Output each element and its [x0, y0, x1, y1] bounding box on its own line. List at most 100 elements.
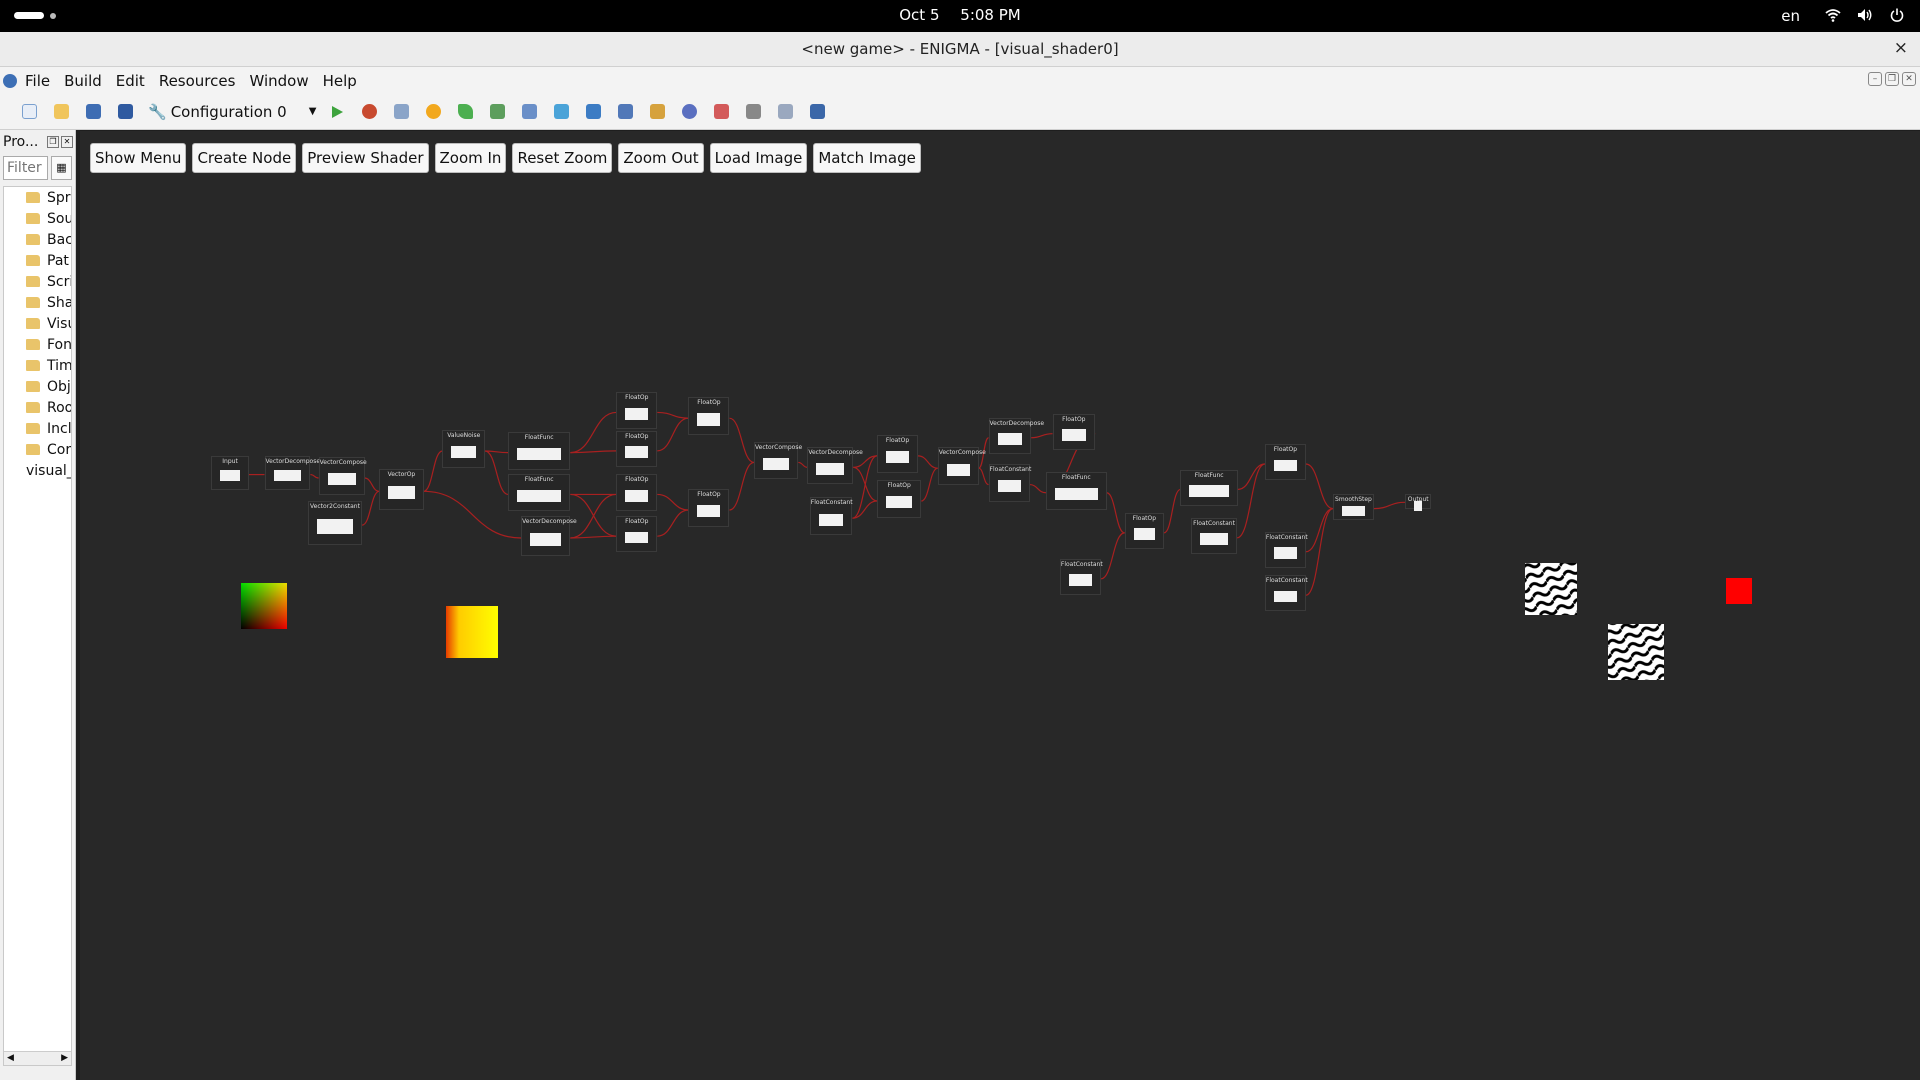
shader-node-floatop[interactable]: FloatOp	[1124, 513, 1165, 550]
tree-item-fonts[interactable]: Fon	[4, 334, 71, 355]
tree-item-timelines[interactable]: Tim	[4, 355, 71, 376]
node-body[interactable]	[273, 470, 302, 482]
shader-node-vectordecompose[interactable]: VectorDecompose	[521, 516, 577, 556]
shader-node-vectordecompose[interactable]: VectorDecompose	[264, 455, 320, 491]
shader-node-floatop[interactable]: FloatOp	[616, 516, 658, 553]
visual-shader-canvas[interactable]: Input VectorDecompose VectorCompose Vector2…	[80, 131, 1920, 1080]
zoom-out-button[interactable]: Zoom Out	[618, 143, 704, 173]
node-body[interactable]	[1054, 488, 1098, 501]
room-icon[interactable]	[712, 103, 730, 121]
shader-node-floatconstant[interactable]: FloatConstant	[1264, 531, 1308, 568]
zoom-in-button[interactable]: Zoom In	[434, 143, 507, 173]
shader-node-valuenoise[interactable]: ValueNoise	[442, 430, 486, 468]
node-body[interactable]	[1068, 574, 1092, 586]
shader-node-floatop[interactable]: FloatOp	[877, 435, 919, 473]
wifi-icon[interactable]	[1824, 5, 1842, 25]
node-body[interactable]	[763, 457, 790, 470]
window-close-button[interactable]: ×	[1894, 38, 1908, 58]
node-body[interactable]	[625, 489, 649, 502]
node-body[interactable]	[327, 473, 356, 486]
shader-node-vectorcompose[interactable]: VectorCompose	[754, 441, 802, 480]
shader-node-floatfunc[interactable]: FloatFunc	[508, 473, 571, 512]
node-body[interactable]	[1414, 501, 1423, 512]
shader-node-vectordecompose[interactable]: VectorDecompose	[807, 446, 863, 485]
shader-node-floatop[interactable]: FloatOp	[1052, 413, 1096, 450]
volume-icon[interactable]	[1856, 5, 1874, 25]
input-language[interactable]: en	[1781, 7, 1800, 25]
shader-node-floatfunc[interactable]: FloatFunc	[1180, 469, 1238, 506]
shader-node-floatop[interactable]: FloatOp	[688, 489, 730, 527]
shader-node-floatop[interactable]: FloatOp	[616, 391, 658, 430]
new-file-icon[interactable]	[20, 103, 38, 121]
menu-build[interactable]: Build	[64, 72, 102, 90]
filter-options-icon[interactable]: ▦	[51, 156, 72, 180]
shader-node-floatop[interactable]: FloatOp	[616, 473, 658, 512]
load-image-button[interactable]: Load Image	[709, 143, 808, 173]
save-all-icon[interactable]	[116, 103, 134, 121]
run-icon[interactable]	[328, 103, 346, 121]
configuration-selector[interactable]: 🔧 Configuration 0 ▼	[148, 103, 316, 121]
shader-node-floatop[interactable]: FloatOp	[1264, 444, 1306, 481]
shader-node-floatfunc[interactable]: FloatFunc	[508, 431, 571, 470]
design-icon[interactable]	[392, 103, 410, 121]
tree-item-scripts[interactable]: Scri	[4, 271, 71, 292]
node-body[interactable]	[886, 451, 910, 464]
shader-node-floatconstant[interactable]: FloatConstant	[1059, 558, 1103, 596]
shader-node-floatop[interactable]: FloatOp	[616, 431, 658, 468]
menu-help[interactable]: Help	[323, 72, 357, 90]
power-icon[interactable]	[1888, 5, 1906, 25]
shader-node-vectordecompose[interactable]: VectorDecompose	[988, 417, 1044, 454]
properties-icon[interactable]	[776, 103, 794, 121]
tree-item-visual-shaders[interactable]: Visu	[4, 313, 71, 334]
shader-node-input[interactable]: Input	[211, 455, 249, 491]
node-body[interactable]	[316, 519, 354, 534]
node-body[interactable]	[816, 462, 845, 475]
shader-node-floatconstant[interactable]: FloatConstant	[809, 497, 853, 536]
clock[interactable]: Oct 5 5:08 PM	[0, 6, 1920, 24]
script-icon[interactable]	[552, 103, 570, 121]
scroll-right-icon[interactable]: ▶	[61, 1052, 68, 1065]
mdi-close-icon[interactable]: ✕	[1902, 72, 1916, 86]
node-body[interactable]	[1133, 528, 1156, 540]
close-dock-icon[interactable]: ✕	[61, 136, 73, 148]
match-image-button[interactable]: Match Image	[813, 143, 921, 173]
node-body[interactable]	[625, 531, 649, 544]
shader-node-floatop[interactable]: FloatOp	[688, 397, 730, 436]
sound-icon[interactable]	[456, 103, 474, 121]
font-icon[interactable]	[616, 103, 634, 121]
menu-file[interactable]: File	[25, 72, 50, 90]
manual-icon[interactable]	[808, 103, 826, 121]
node-body[interactable]	[697, 505, 721, 518]
settings-icon[interactable]	[744, 103, 762, 121]
node-body[interactable]	[530, 533, 562, 546]
shader-node-vectorop[interactable]: VectorOp	[379, 468, 424, 510]
shader-node-vectorcompose[interactable]: VectorCompose	[318, 457, 367, 495]
scroll-left-icon[interactable]: ◀	[7, 1052, 14, 1065]
reset-zoom-button[interactable]: Reset Zoom	[512, 143, 613, 173]
shader-node-floatop[interactable]: FloatOp	[877, 480, 922, 518]
node-body[interactable]	[818, 513, 844, 526]
menu-window[interactable]: Window	[249, 72, 308, 90]
tree-item-paths[interactable]: Pat	[4, 250, 71, 271]
shader-node-floatconstant[interactable]: FloatConstant	[1191, 517, 1237, 555]
create-node-button[interactable]: Create Node	[192, 143, 297, 173]
shader-icon[interactable]	[584, 103, 602, 121]
resource-tree[interactable]: Spr Sou Bac Pat Scri Sha Visu Fon Tim Ob…	[3, 186, 72, 1066]
node-body[interactable]	[220, 470, 240, 482]
node-body[interactable]	[1200, 533, 1228, 545]
shader-node-vector2constant[interactable]: Vector2Constant	[307, 500, 363, 545]
shader-node-smoothstep[interactable]: SmoothStep	[1332, 494, 1374, 521]
shader-node-floatfunc[interactable]: FloatFunc	[1045, 472, 1107, 510]
node-body[interactable]	[1273, 459, 1297, 472]
object-icon[interactable]	[680, 103, 698, 121]
tree-item-visual-shader0[interactable]: visual_	[4, 460, 71, 481]
node-body[interactable]	[517, 447, 562, 460]
node-body[interactable]	[946, 463, 970, 476]
sprite-icon[interactable]	[424, 103, 442, 121]
float-dock-icon[interactable]: ❐	[47, 136, 59, 148]
tree-item-rooms[interactable]: Roo	[4, 397, 71, 418]
tree-item-sprites[interactable]: Spr	[4, 187, 71, 208]
tree-item-objects[interactable]: Obj	[4, 376, 71, 397]
tree-item-includes[interactable]: Incl	[4, 418, 71, 439]
shader-node-vectorcompose[interactable]: VectorCompose	[937, 447, 986, 486]
